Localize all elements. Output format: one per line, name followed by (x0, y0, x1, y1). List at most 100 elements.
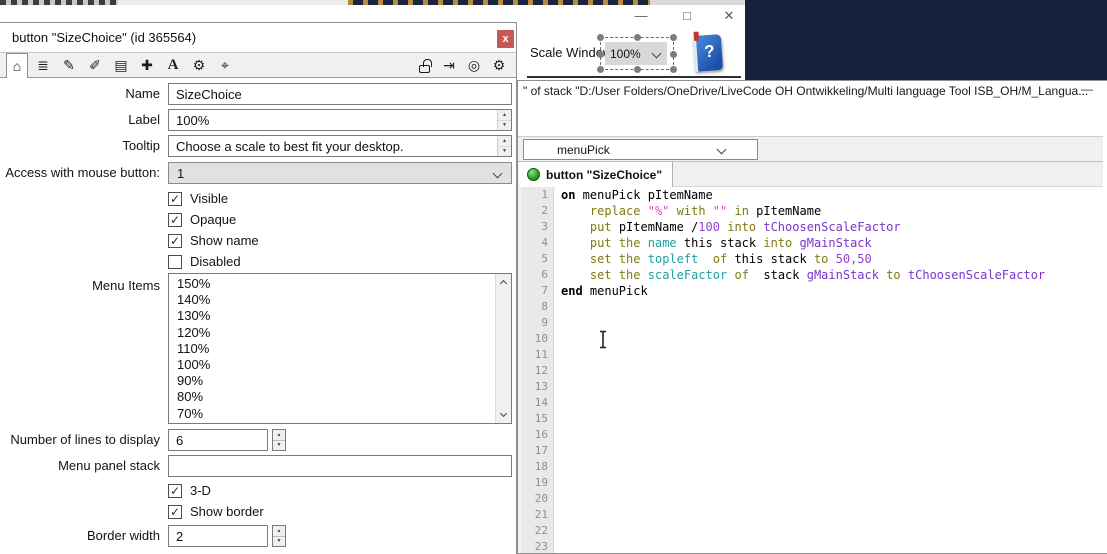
code-lines[interactable]: on menuPick pItemName replace "%" with "… (554, 187, 1107, 553)
selection-handle[interactable] (634, 34, 641, 41)
menu-panel-stack-input[interactable] (169, 456, 511, 476)
lines-to-display-input[interactable] (169, 430, 356, 450)
target-icon[interactable]: ◎ (465, 53, 483, 77)
scrollbar[interactable] (495, 274, 511, 423)
code-line[interactable] (561, 363, 1107, 379)
menu-item[interactable]: 140% (169, 292, 494, 308)
code-line[interactable] (561, 331, 1107, 347)
text-icon[interactable]: A (162, 53, 184, 77)
menu-item[interactable]: 130% (169, 308, 494, 324)
tooltip-field[interactable]: ▲▼ (168, 135, 512, 157)
minimize-icon[interactable]: — (630, 7, 652, 25)
selection-handle[interactable] (597, 34, 604, 41)
label-field[interactable]: ▲▼ (168, 109, 512, 131)
code-line[interactable]: end menuPick (561, 283, 1107, 299)
code-line[interactable] (561, 315, 1107, 331)
menu-item[interactable]: 90% (169, 373, 494, 389)
code-line[interactable] (561, 379, 1107, 395)
code-line[interactable] (561, 491, 1107, 507)
code-line[interactable]: set the scaleFactor of stack gMainStack … (561, 267, 1107, 283)
menu-items-listbox[interactable]: 150%140%130%120%110%100%90%80%70% (168, 273, 512, 424)
home-icon[interactable]: ⌂ (6, 53, 28, 78)
checkbox-icon[interactable]: ✓ (168, 255, 182, 269)
checkbox-icon[interactable]: ✓ (168, 192, 182, 206)
code-line[interactable] (561, 539, 1107, 554)
scroll-up-icon[interactable] (496, 276, 511, 291)
show-name-checkbox-row[interactable]: ✓ Show name (168, 233, 259, 248)
code-line[interactable] (561, 523, 1107, 539)
checkbox-icon[interactable]: ✓ (168, 505, 182, 519)
border-width-field[interactable] (168, 525, 268, 547)
menu-item[interactable]: 80% (169, 389, 494, 405)
lines-spinner[interactable]: ▲▼ (272, 429, 286, 451)
code-line[interactable]: put the name this stack into gMainStack (561, 235, 1107, 251)
lines-to-display-field[interactable] (168, 429, 268, 451)
menu-item[interactable]: 110% (169, 341, 494, 357)
code-area[interactable]: 1234567891011121314151617181920212223 on… (518, 187, 1107, 553)
checkbox-icon[interactable]: ✓ (168, 213, 182, 227)
show-border-checkbox-row[interactable]: ✓ Show border (168, 504, 264, 519)
checkbox-icon[interactable]: ✓ (168, 484, 182, 498)
minimize-icon[interactable]: — (1081, 82, 1093, 96)
wand-icon[interactable]: ✐ (84, 53, 106, 77)
code-line[interactable]: on menuPick pItemName (561, 187, 1107, 203)
selection-handle[interactable] (634, 66, 641, 73)
selection-handle[interactable] (670, 66, 677, 73)
code-line[interactable] (561, 427, 1107, 443)
code-line[interactable] (561, 347, 1107, 363)
access-dropdown[interactable]: 1 (168, 162, 512, 184)
threed-checkbox-row[interactable]: ✓ 3-D (168, 483, 211, 498)
help-book-icon[interactable]: ? (692, 34, 723, 72)
close-icon[interactable]: ✕ (718, 7, 740, 25)
checkbox-icon[interactable]: ✓ (168, 234, 182, 248)
handler-dropdown[interactable]: menuPick (523, 139, 758, 160)
menu-item[interactable]: 70% (169, 406, 494, 422)
image-icon[interactable]: ▤ (110, 53, 132, 77)
code-line[interactable] (561, 299, 1107, 315)
code-line[interactable] (561, 395, 1107, 411)
scroll-down-icon[interactable] (496, 406, 511, 421)
tooltip-input[interactable] (169, 136, 497, 156)
code-line[interactable] (561, 507, 1107, 523)
selection-handle[interactable] (597, 66, 604, 73)
opaque-checkbox-row[interactable]: ✓ Opaque (168, 212, 236, 227)
name-field[interactable] (168, 83, 512, 105)
inspector-titlebar[interactable]: button "SizeChoice" (id 365564) x (0, 23, 516, 52)
visible-checkbox-row[interactable]: ✓ Visible (168, 191, 228, 206)
maximize-icon[interactable]: □ (676, 7, 698, 25)
tab-button-sizechoice[interactable]: button "SizeChoice" (519, 162, 673, 187)
gears-icon[interactable]: ⚙ (188, 53, 210, 77)
border-width-input[interactable] (169, 526, 356, 546)
selection-handle[interactable] (670, 34, 677, 41)
menu-item[interactable]: 120% (169, 325, 494, 341)
code-line[interactable] (561, 459, 1107, 475)
menu-item[interactable]: 150% (169, 276, 494, 292)
move-icon[interactable]: ✚ (136, 53, 158, 77)
label-input[interactable] (169, 110, 497, 130)
code-line[interactable] (561, 411, 1107, 427)
code-line[interactable] (561, 475, 1107, 491)
close-button[interactable]: x (497, 30, 514, 48)
script-editor-titlebar[interactable]: " of stack "D:/User Folders/OneDrive/Liv… (518, 81, 1107, 102)
pencil-icon[interactable]: ✎ (58, 53, 80, 77)
code-line[interactable] (561, 443, 1107, 459)
position-icon[interactable]: ⌖ (214, 53, 236, 77)
menu-panel-stack-field[interactable] (168, 455, 512, 477)
label-spinner[interactable]: ▲▼ (497, 110, 511, 130)
script-icon[interactable]: ≣ (32, 53, 54, 77)
code-line[interactable]: set the topleft of this stack to 50,50 (561, 251, 1107, 267)
code-line[interactable]: replace "%" with "" in pItemName (561, 203, 1107, 219)
menu-item[interactable]: 100% (169, 357, 494, 373)
selection-handle[interactable] (597, 51, 604, 58)
name-input[interactable] (169, 84, 511, 104)
code-line[interactable]: put pItemName /100 into tChoosenScaleFac… (561, 219, 1107, 235)
tooltip-spinner[interactable]: ▲▼ (497, 136, 511, 156)
selection-handle[interactable] (670, 51, 677, 58)
gear-icon[interactable]: ⚙ (490, 53, 508, 77)
selection-marquee[interactable] (600, 37, 674, 70)
disabled-checkbox-row[interactable]: ✓ Disabled (168, 254, 241, 269)
menu-items-list[interactable]: 150%140%130%120%110%100%90%80%70% (169, 276, 494, 423)
border-width-spinner[interactable]: ▲▼ (272, 525, 286, 547)
unlock-icon[interactable] (415, 53, 433, 77)
apply-icon[interactable]: ⇥ (440, 53, 458, 77)
